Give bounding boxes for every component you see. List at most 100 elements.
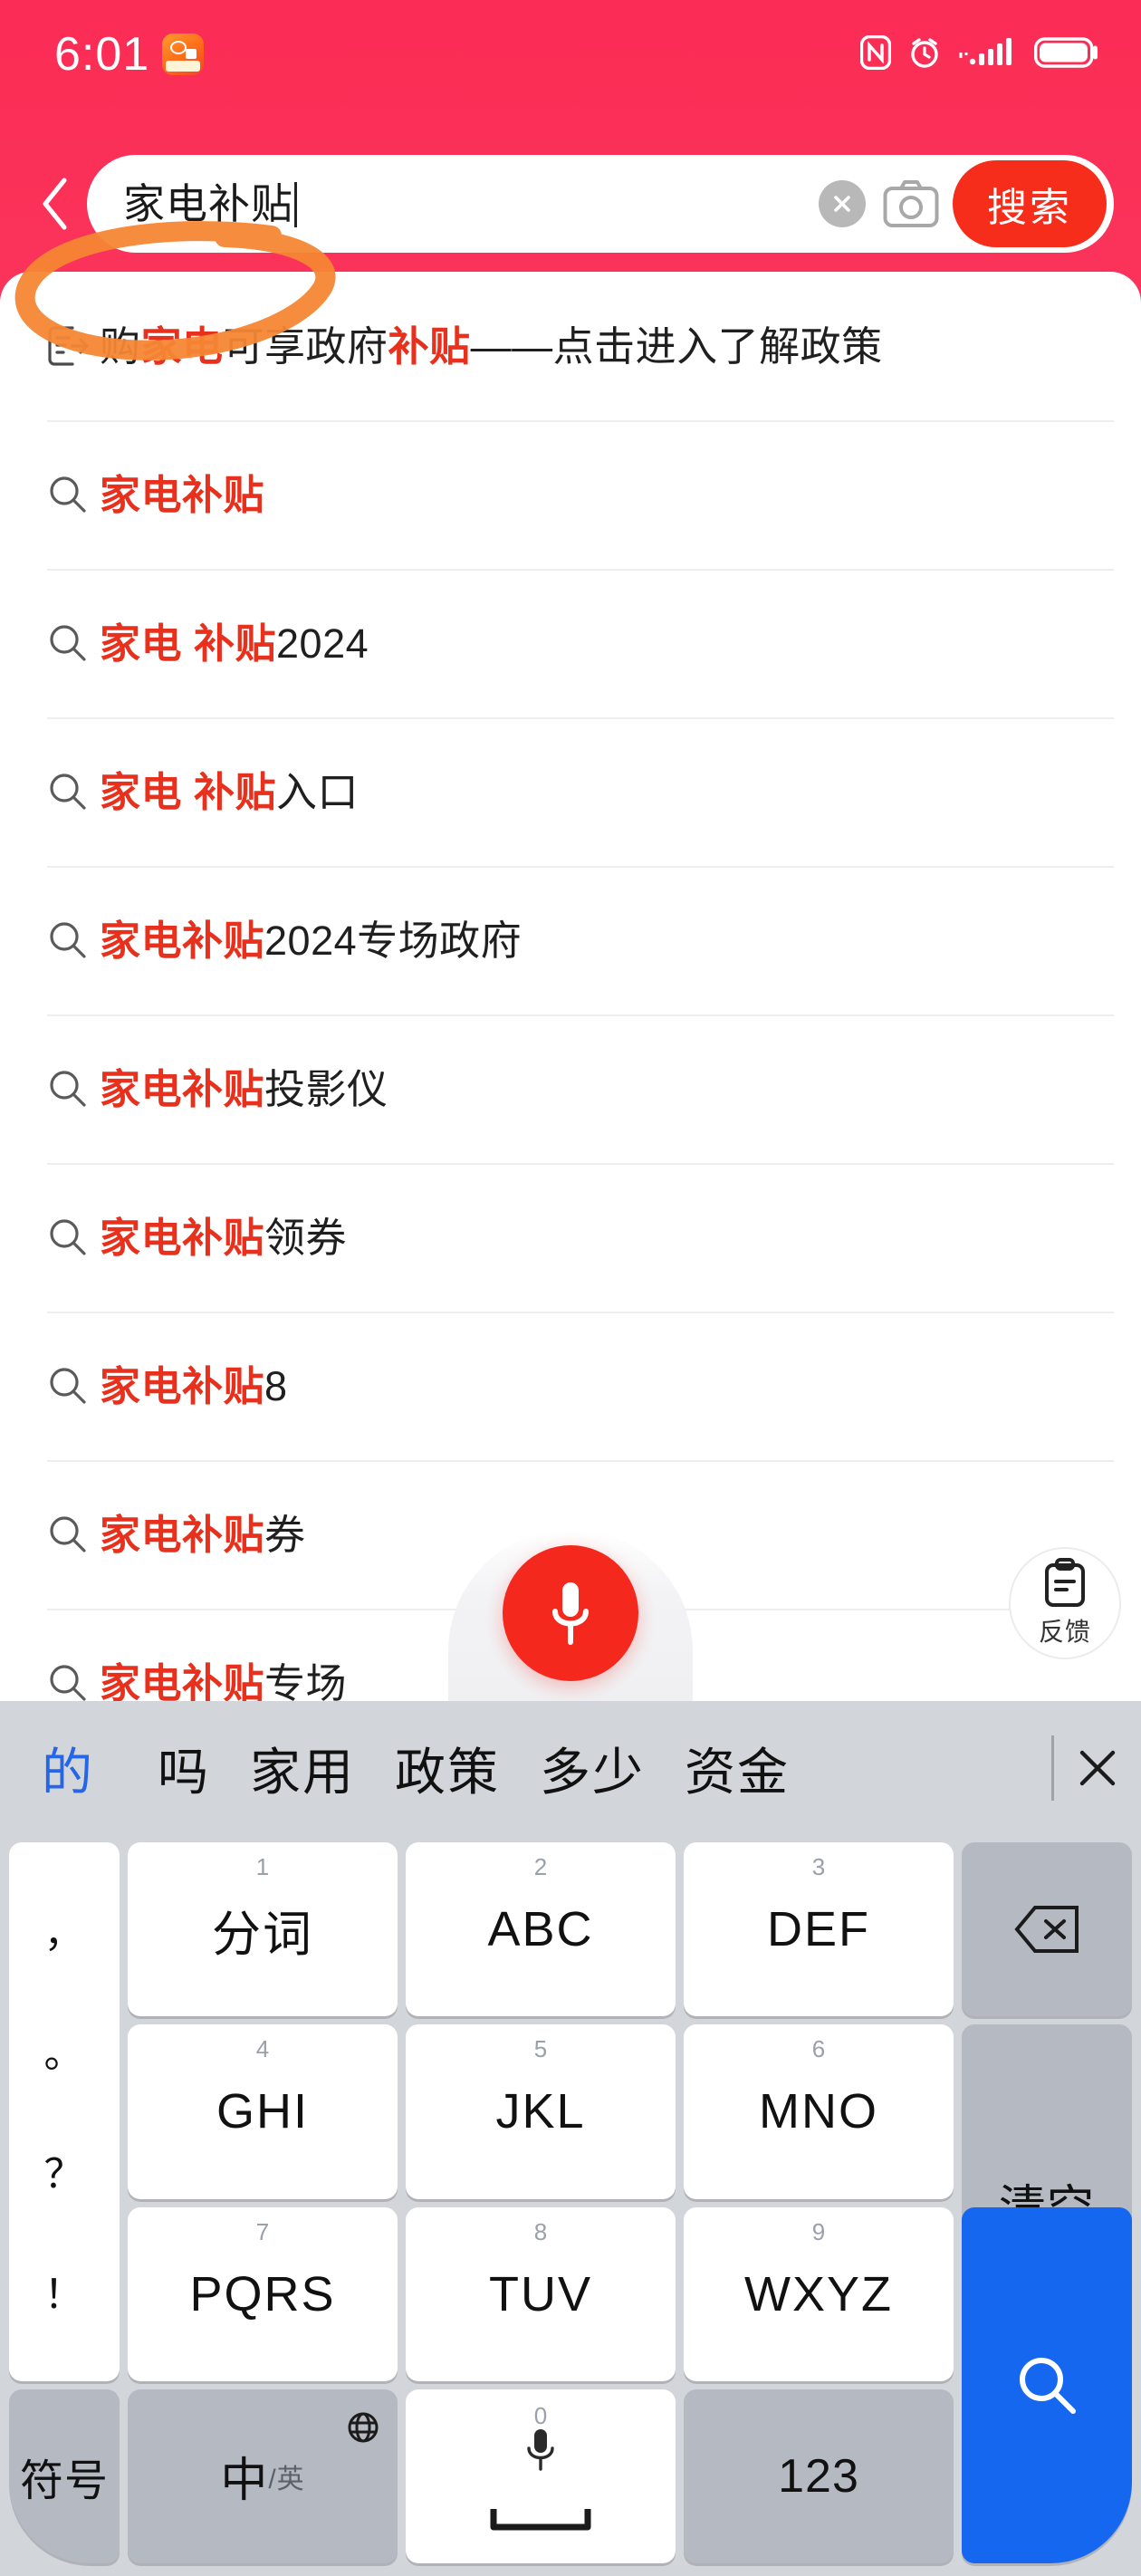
clear-input-button[interactable]: [819, 180, 866, 227]
suggestion-row[interactable]: 购家电可享政府补贴——点击进入了解政策: [0, 272, 1141, 420]
key-backspace[interactable]: [962, 1842, 1132, 2017]
space-bar-glyph: [490, 2489, 591, 2542]
feedback-button[interactable]: 反馈: [1009, 1547, 1121, 1659]
clock-time: 6:01: [54, 28, 150, 81]
search-icon: [47, 622, 100, 664]
key-1-number: 1: [255, 1853, 270, 1880]
status-bar-left: 6:01: [54, 27, 205, 82]
key-space[interactable]: 0: [406, 2389, 676, 2563]
key-9-label: WXYZ: [744, 2266, 893, 2321]
suggestion-label: 购家电可享政府补贴——点击进入了解政策: [100, 322, 883, 370]
suggestion-label: 家电补贴领券: [100, 1214, 348, 1261]
suggestion-row[interactable]: 家电 补贴入口: [0, 717, 1141, 866]
key-7[interactable]: 7 PQRS: [128, 2206, 398, 2381]
suggestion-row[interactable]: 家电 补贴2024: [0, 569, 1141, 717]
key-3-label: DEF: [767, 1902, 870, 1957]
suggestion-row[interactable]: 家电补贴2024专场政府: [0, 866, 1141, 1014]
key-search-submit[interactable]: [962, 2206, 1132, 2563]
punct-exclaim: ！: [43, 2273, 85, 2318]
camera-search-button[interactable]: [882, 177, 940, 231]
search-submit-button[interactable]: 搜索: [953, 160, 1107, 247]
video-app-icon: [162, 34, 205, 75]
microphone-icon: [524, 2427, 557, 2484]
key-2[interactable]: 2 ABC: [406, 1842, 676, 2017]
back-button[interactable]: [24, 163, 87, 245]
search-icon: [47, 1662, 100, 1701]
suggestion-label: 家电补贴专场: [100, 1659, 348, 1702]
search-icon: [47, 771, 100, 812]
key-symbols[interactable]: 符号: [9, 2389, 120, 2563]
key-8-number: 8: [533, 2217, 548, 2245]
alarm-icon: [907, 35, 942, 74]
candidate-4[interactable]: 政策: [375, 1732, 520, 1805]
key-5[interactable]: 5 JKL: [406, 2024, 676, 2199]
key-numeric-mode[interactable]: 123: [684, 2389, 954, 2563]
suggestion-label: 家电补贴投影仪: [100, 1065, 388, 1112]
key-6-number: 6: [811, 2035, 826, 2063]
phone-screen: 6:01 家电补贴 搜索 购家电可享政府补贴——点击进入了解政策 家电补贴 家电…: [0, 0, 1141, 2576]
search-icon: [47, 919, 100, 961]
suggestion-label: 家电补贴: [100, 471, 265, 518]
key-punctuation[interactable]: ， 。 ？ ！: [9, 1842, 120, 2381]
key-grid: ， 。 ？ ！ 1 分词 2 ABC 3 DEF 4 GHI 5 JKL 6 M…: [0, 1835, 1141, 2576]
suggestion-row[interactable]: 家电补贴: [0, 420, 1141, 569]
suggestion-label: 家电 补贴2024: [100, 620, 369, 667]
key-language-toggle[interactable]: 中 /英: [128, 2389, 398, 2563]
signal-icon: [958, 36, 1018, 73]
status-bar-right: [859, 34, 1099, 74]
feedback-label: 反馈: [1038, 1618, 1091, 1646]
search-icon: [47, 1514, 100, 1555]
key-3-number: 3: [811, 1853, 826, 1880]
candidate-5[interactable]: 多少: [520, 1732, 665, 1805]
suggestion-row[interactable]: 家电补贴领券: [0, 1163, 1141, 1312]
suggestion-label: 家电补贴8: [100, 1362, 288, 1409]
close-keyboard-button[interactable]: [1054, 1745, 1141, 1792]
key-6[interactable]: 6 MNO: [684, 2024, 954, 2199]
search-icon: [47, 474, 100, 515]
key-2-label: ABC: [487, 1902, 594, 1957]
clipboard-icon: [1045, 1558, 1085, 1607]
suggestion-row[interactable]: 家电补贴投影仪: [0, 1014, 1141, 1163]
microphone-icon: [503, 1545, 638, 1681]
search-icon: [47, 1068, 100, 1110]
key-4[interactable]: 4 GHI: [128, 2024, 398, 2199]
key-space-number: 0: [533, 2401, 548, 2429]
suggestion-label: 家电 补贴入口: [100, 768, 360, 815]
key-9-number: 9: [811, 2217, 826, 2245]
punct-comma: ，: [43, 1910, 85, 1956]
punct-period: 。: [43, 2031, 85, 2076]
document-link-icon: [47, 325, 100, 367]
search-icon: [47, 1365, 100, 1407]
search-input[interactable]: 家电补贴 搜索: [87, 155, 1114, 253]
key-1[interactable]: 1 分词: [128, 1842, 398, 2017]
key-1-label: 分词: [212, 1907, 313, 1962]
suggestion-row[interactable]: 家电补贴8: [0, 1312, 1141, 1460]
key-language-sub: /英: [268, 2464, 305, 2494]
key-5-label: JKL: [495, 2084, 586, 2139]
key-9[interactable]: 9 WXYZ: [684, 2206, 954, 2381]
key-7-label: PQRS: [189, 2266, 336, 2321]
candidate-2[interactable]: 吗: [138, 1732, 230, 1805]
key-8-label: TUV: [489, 2266, 592, 2321]
candidate-1[interactable]: 的: [42, 1732, 138, 1805]
candidate-6[interactable]: 资金: [665, 1732, 810, 1805]
key-4-number: 4: [255, 2035, 270, 2063]
punct-question: ？: [43, 2151, 85, 2196]
suggestion-label: 家电补贴券: [100, 1511, 306, 1558]
candidate-bar: 的吗家用 政策 多少 资金: [0, 1701, 1141, 1835]
key-language-main: 中: [220, 2455, 269, 2508]
search-icon: [47, 1216, 100, 1258]
suggestion-label: 家电补贴2024专场政府: [100, 917, 523, 964]
search-header: 家电补贴 搜索: [0, 136, 1141, 272]
search-input-value: 家电补贴: [123, 155, 819, 253]
candidate-3[interactable]: 家用: [230, 1732, 375, 1805]
key-7-number: 7: [255, 2217, 270, 2245]
key-6-label: MNO: [759, 2084, 878, 2139]
nfc-icon: [859, 34, 892, 74]
keyboard: 的吗家用 政策 多少 资金 ， 。 ？ ！ 1 分词 2 ABC 3 DEF 4…: [0, 1701, 1141, 2576]
key-3[interactable]: 3 DEF: [684, 1842, 954, 2017]
status-bar: 6:01: [0, 0, 1141, 109]
key-8[interactable]: 8 TUV: [406, 2206, 676, 2381]
key-5-number: 5: [533, 2035, 548, 2063]
candidate-list: 的吗家用 政策 多少 资金: [42, 1732, 1046, 1805]
